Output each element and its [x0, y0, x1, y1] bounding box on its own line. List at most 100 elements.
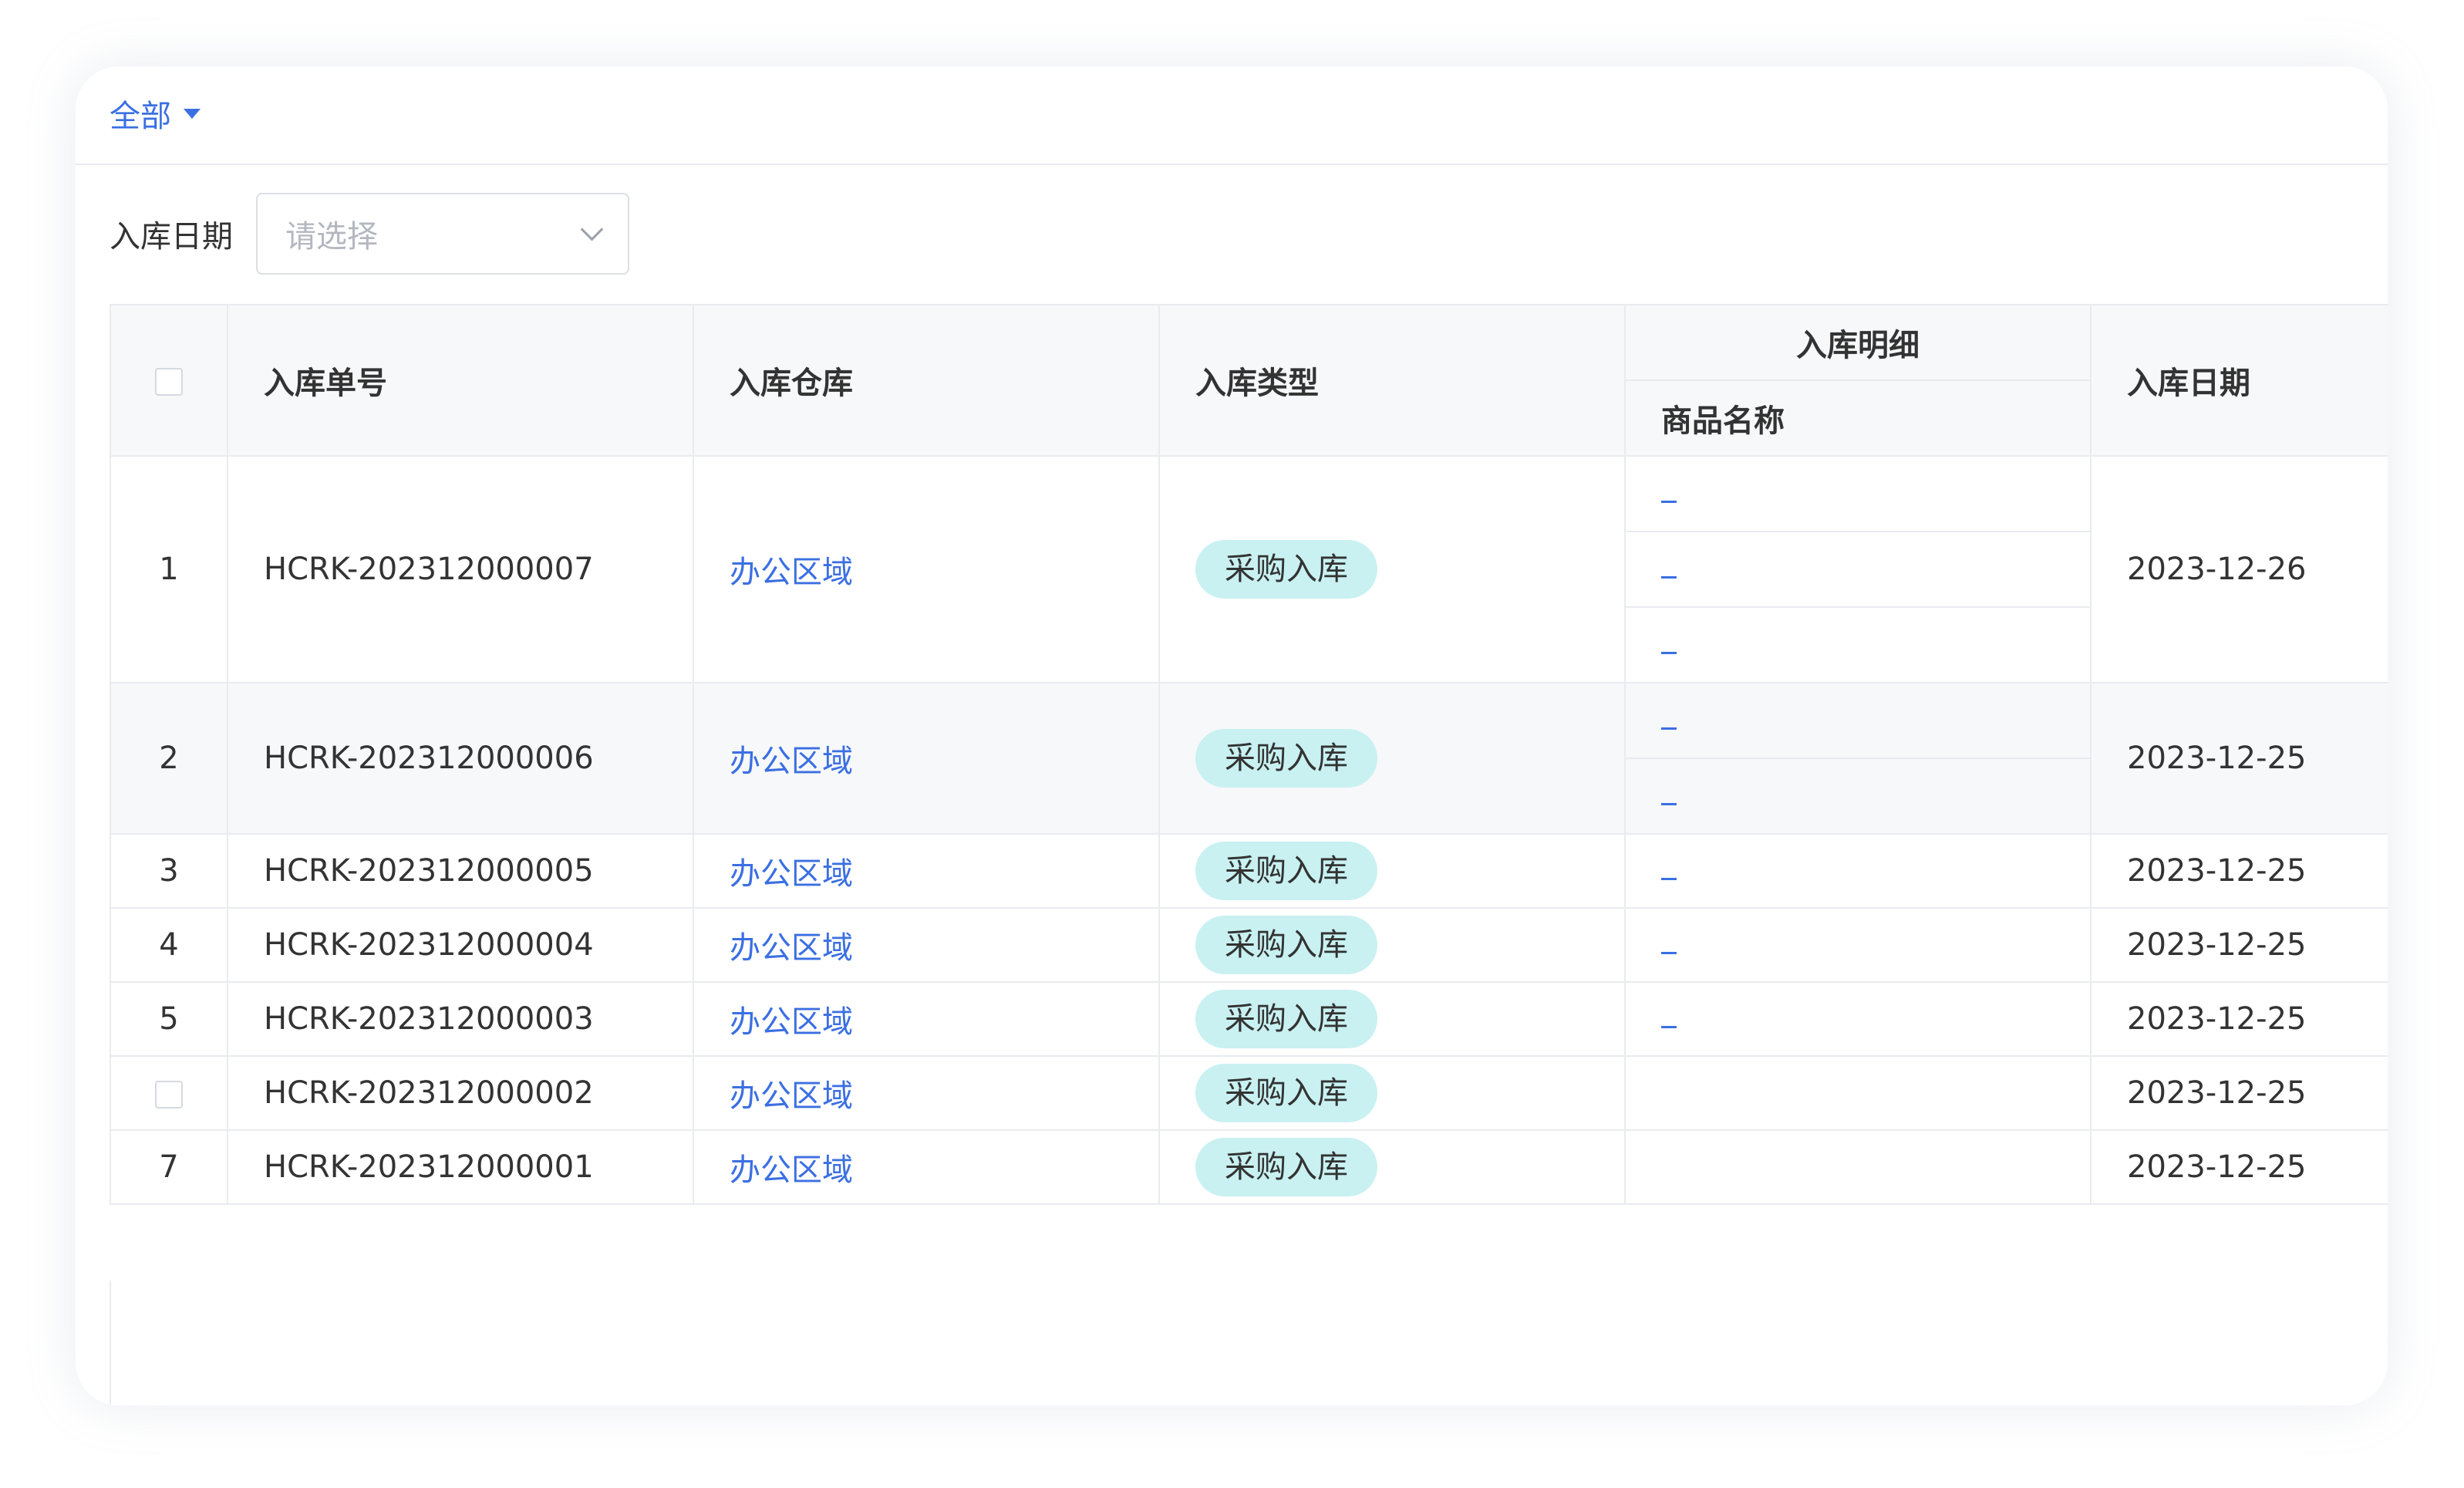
- row-order-no: HCRK-202312000001: [227, 1129, 694, 1205]
- empty-value-dash: [1661, 575, 1677, 579]
- stock-in-panel: 全部 入库日期 请选择 入库单号 入库仓库 入库类型 入库明细 入库日期 商品名…: [76, 66, 2388, 1405]
- header-detail-group: 入库明细: [1624, 304, 2092, 381]
- row-warehouse-cell: 办公区域: [693, 1129, 1160, 1205]
- row-index: 3: [110, 833, 228, 909]
- header-warehouse: 入库仓库: [693, 304, 1160, 457]
- top-filter-bar: 全部: [76, 66, 2388, 165]
- product-name-item: [1626, 457, 2090, 532]
- table-row: 2 HCRK-202312000006 办公区域 采购入库 2023-12-25: [110, 682, 2388, 835]
- table-empty-border: [110, 1280, 111, 1405]
- caret-down-icon: [184, 108, 201, 119]
- table-row: 3 HCRK-202312000005 办公区域 采购入库 2023-12-25: [110, 833, 2388, 909]
- empty-value-dash: [1661, 1025, 1677, 1028]
- type-tag: 采购入库: [1195, 729, 1377, 788]
- row-select-cell: [110, 1055, 228, 1131]
- row-product-detail: [1624, 833, 2092, 909]
- row-checkbox[interactable]: [155, 1081, 183, 1108]
- warehouse-link[interactable]: 办公区域: [730, 856, 853, 892]
- product-name-item: [1626, 608, 2090, 682]
- row-index: 7: [110, 1129, 228, 1205]
- row-product-detail: [1624, 455, 2092, 683]
- row-order-no: HCRK-202312000007: [227, 455, 694, 683]
- chevron-down-icon: [580, 218, 604, 241]
- type-tag: 采购入库: [1195, 842, 1377, 900]
- product-name-item: [1626, 909, 2090, 981]
- row-product-detail: [1624, 1055, 2092, 1131]
- row-date: 2023-12-25: [2090, 682, 2388, 835]
- warehouse-link[interactable]: 办公区域: [730, 1152, 853, 1188]
- row-product-detail: [1624, 1129, 2092, 1205]
- row-order-no: HCRK-202312000004: [227, 907, 694, 983]
- type-tag: 采购入库: [1195, 916, 1377, 974]
- empty-value-dash: [1661, 877, 1677, 880]
- row-order-no: HCRK-202312000006: [227, 682, 694, 835]
- empty-value-dash: [1661, 951, 1677, 954]
- row-type-cell: 采购入库: [1158, 1129, 1626, 1205]
- table-row: 7 HCRK-202312000001 办公区域 采购入库 2023-12-25: [110, 1129, 2388, 1205]
- empty-value-dash: [1661, 802, 1677, 805]
- row-type-cell: 采购入库: [1158, 682, 1626, 835]
- filter-all-dropdown[interactable]: 全部: [110, 93, 201, 134]
- row-type-cell: 采购入库: [1158, 981, 1626, 1057]
- empty-value-dash: [1661, 727, 1677, 730]
- date-filter-label: 入库日期: [110, 219, 233, 255]
- warehouse-link[interactable]: 办公区域: [730, 744, 853, 779]
- table-row: 4 HCRK-202312000004 办公区域 采购入库 2023-12-25: [110, 907, 2388, 983]
- row-product-detail: [1624, 682, 2092, 835]
- stock-in-table: 入库单号 入库仓库 入库类型 入库明细 入库日期 商品名称 1 HCRK-2023…: [110, 304, 2388, 1205]
- row-index: 2: [110, 682, 228, 835]
- row-warehouse-cell: 办公区域: [693, 907, 1160, 983]
- header-order-no: 入库单号: [227, 304, 694, 457]
- row-product-detail: [1624, 907, 2092, 983]
- row-warehouse-cell: 办公区域: [693, 833, 1160, 909]
- row-warehouse-cell: 办公区域: [693, 981, 1160, 1057]
- row-date: 2023-12-25: [2090, 1129, 2388, 1205]
- row-date: 2023-12-25: [2090, 833, 2388, 909]
- row-date: 2023-12-25: [2090, 981, 2388, 1057]
- row-type-cell: 采购入库: [1158, 1055, 1626, 1131]
- row-order-no: HCRK-202312000002: [227, 1055, 694, 1131]
- product-name-item: [1626, 835, 2090, 907]
- row-warehouse-cell: 办公区域: [693, 455, 1160, 683]
- product-name-item: [1626, 683, 2090, 759]
- type-tag: 采购入库: [1195, 540, 1377, 599]
- date-filter-placeholder: 请选择: [285, 219, 378, 255]
- table-row: 5 HCRK-202312000003 办公区域 采购入库 2023-12-25: [110, 981, 2388, 1057]
- row-date: 2023-12-25: [2090, 907, 2388, 983]
- row-index: 4: [110, 907, 228, 983]
- empty-value-dash: [1661, 500, 1677, 503]
- row-order-no: HCRK-202312000005: [227, 833, 694, 909]
- warehouse-link[interactable]: 办公区域: [730, 1078, 853, 1114]
- row-product-detail: [1624, 981, 2092, 1057]
- row-type-cell: 采购入库: [1158, 833, 1626, 909]
- date-filter-row: 入库日期 请选择: [110, 191, 629, 276]
- warehouse-link[interactable]: 办公区域: [730, 930, 853, 966]
- empty-value-dash: [1661, 651, 1677, 654]
- row-type-cell: 采购入库: [1158, 455, 1626, 683]
- row-warehouse-cell: 办公区域: [693, 682, 1160, 835]
- select-all-checkbox[interactable]: [155, 368, 183, 396]
- table-row: 1 HCRK-202312000007 办公区域 采购入库 2023-12-26: [110, 455, 2388, 683]
- row-index: 5: [110, 981, 228, 1057]
- type-tag: 采购入库: [1195, 1064, 1377, 1122]
- table-row: HCRK-202312000002 办公区域 采购入库 2023-12-25: [110, 1055, 2388, 1131]
- filter-all-label: 全部: [110, 99, 171, 134]
- product-name-item: [1626, 759, 2090, 833]
- type-tag: 采购入库: [1195, 1138, 1377, 1196]
- row-type-cell: 采购入库: [1158, 907, 1626, 983]
- warehouse-link[interactable]: 办公区域: [730, 1004, 853, 1040]
- header-date: 入库日期: [2090, 304, 2388, 457]
- header-product-name: 商品名称: [1624, 380, 2092, 457]
- type-tag: 采购入库: [1195, 990, 1377, 1048]
- date-filter-select[interactable]: 请选择: [256, 193, 629, 275]
- row-index: 1: [110, 455, 228, 683]
- header-select-all: [110, 304, 228, 457]
- product-name-item: [1626, 983, 2090, 1055]
- header-type: 入库类型: [1158, 304, 1626, 457]
- row-order-no: HCRK-202312000003: [227, 981, 694, 1057]
- product-name-item: [1626, 532, 2090, 608]
- row-date: 2023-12-25: [2090, 1055, 2388, 1131]
- warehouse-link[interactable]: 办公区域: [730, 555, 853, 590]
- row-date: 2023-12-26: [2090, 455, 2388, 683]
- row-warehouse-cell: 办公区域: [693, 1055, 1160, 1131]
